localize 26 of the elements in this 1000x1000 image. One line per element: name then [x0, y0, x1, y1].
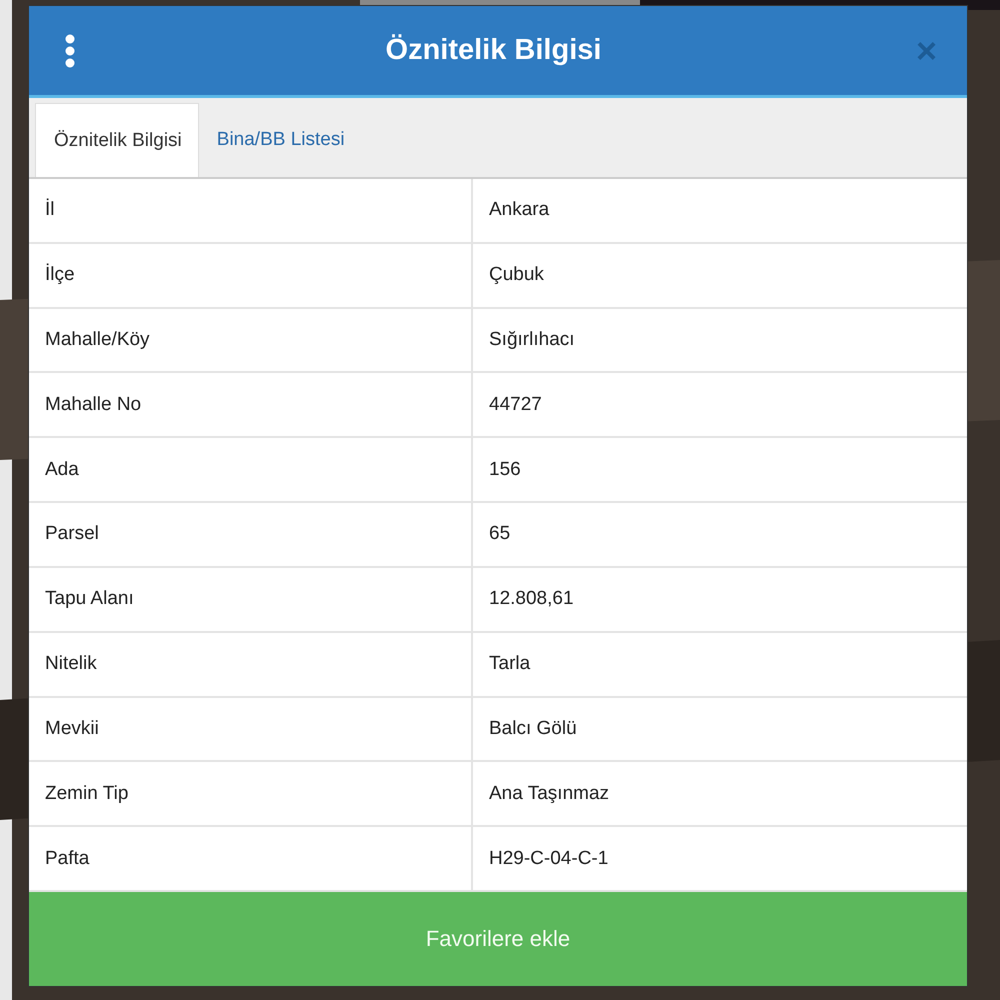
- attribute-value: H29-C-04-C-1: [488, 846, 610, 871]
- attribute-label: Ada: [29, 438, 473, 502]
- dialog-title: Öznitelik Bilgisi: [384, 34, 602, 67]
- attribute-value: Sığırlıhacı: [488, 328, 576, 352]
- attribute-label: Mahalle/Köy: [29, 308, 473, 372]
- attribute-value: Çubuk: [488, 263, 545, 288]
- attribute-label: İl: [29, 179, 473, 242]
- attribute-value: Balcı Gölü: [488, 716, 578, 741]
- tab[interactable]: Bina/BB Listesi: [198, 103, 361, 177]
- attribute-label: Nitelik: [29, 632, 473, 696]
- attribute-value: Ana Taşınmaz: [488, 782, 610, 806]
- menu-icon[interactable]: [63, 34, 77, 68]
- attribute-label: Parsel: [29, 503, 473, 566]
- attribute-label: İlçe: [29, 244, 473, 307]
- attribute-label: Mahalle No: [29, 373, 473, 436]
- attribute-value: Tarla: [488, 652, 532, 676]
- attribute-value: 12.808,61: [488, 587, 575, 612]
- attribute-label: Tapu Alanı: [29, 568, 473, 631]
- attribute-value: Ankara: [488, 198, 550, 222]
- attribute-value: 156: [488, 458, 522, 482]
- attribute-label: Zemin Tip: [29, 762, 473, 826]
- attribute-value: 44727: [488, 392, 543, 417]
- attribute-label: Mevkii: [29, 698, 473, 760]
- attribute-label: Pafta: [29, 827, 473, 890]
- attribute-value: 65: [488, 522, 512, 546]
- tab[interactable]: Öznitelik Bilgisi: [35, 103, 199, 177]
